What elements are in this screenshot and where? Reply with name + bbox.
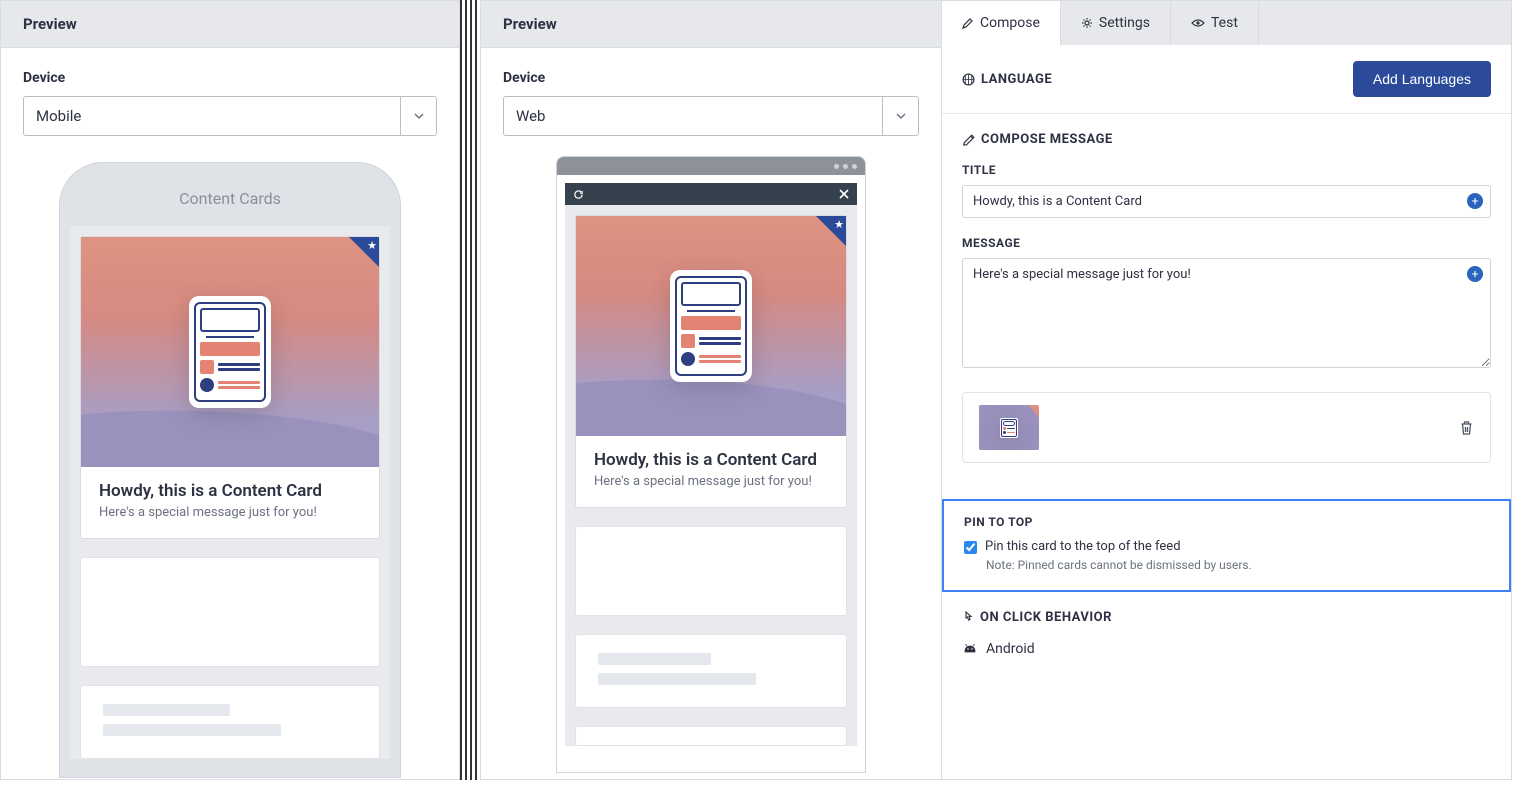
tab-compose[interactable]: Compose [942, 1, 1061, 45]
platform-label: Android [986, 641, 1035, 657]
chevron-down-icon [882, 97, 918, 135]
preview-panel-mobile: Preview Device Mobile Content Cards ★ [0, 0, 460, 780]
device-select[interactable]: Web [503, 96, 919, 136]
browser-chrome [557, 157, 865, 175]
tab-settings[interactable]: Settings [1061, 1, 1171, 45]
add-languages-button[interactable]: Add Languages [1353, 61, 1491, 97]
card-title: Howdy, this is a Content Card [99, 481, 361, 501]
message-textarea[interactable] [962, 258, 1491, 368]
device-select[interactable]: Mobile [23, 96, 437, 136]
globe-icon [962, 73, 975, 86]
device-label: Device [503, 70, 919, 86]
content-card: ★ [575, 215, 847, 508]
panel-header: Preview [1, 1, 459, 48]
tab-label: Test [1211, 15, 1238, 31]
device-label: Device [23, 70, 437, 86]
placeholder-card [575, 726, 847, 746]
on-click-heading: ON CLICK BEHAVIOR [962, 610, 1491, 625]
star-icon: ★ [367, 239, 377, 252]
panel-divider [460, 0, 480, 780]
trash-icon[interactable] [1459, 420, 1474, 436]
card-message: Here's a special message just for you! [99, 505, 361, 520]
pin-heading: PIN TO TOP [964, 515, 1489, 529]
image-thumbnail[interactable] [979, 405, 1039, 450]
pencil-icon [962, 17, 974, 29]
image-attachment-row [962, 392, 1491, 463]
pin-checkbox-row[interactable]: Pin this card to the top of the feed [964, 539, 1489, 554]
language-heading: LANGUAGE [962, 72, 1052, 87]
mobile-frame-title: Content Cards [70, 173, 390, 226]
tab-label: Compose [980, 15, 1040, 31]
personalization-add-icon[interactable]: + [1467, 193, 1483, 209]
device-select-value: Mobile [24, 97, 400, 135]
pin-checkbox[interactable] [964, 541, 977, 554]
card-title: Howdy, this is a Content Card [594, 450, 828, 470]
web-preview-frame: ★ [556, 156, 866, 773]
tab-label: Settings [1099, 15, 1150, 31]
pin-to-top-section: PIN TO TOP Pin this card to the top of t… [942, 499, 1511, 592]
personalization-add-icon[interactable]: + [1467, 266, 1483, 282]
tab-test[interactable]: Test [1171, 1, 1259, 45]
refresh-icon[interactable] [573, 189, 584, 200]
card-message: Here's a special message just for you! [594, 474, 828, 489]
title-label: TITLE [962, 163, 1491, 177]
mobile-preview-frame: Content Cards ★ [59, 162, 401, 778]
star-icon: ★ [834, 218, 844, 231]
device-select-value: Web [504, 97, 882, 135]
chevron-down-icon [400, 97, 436, 135]
placeholder-card [575, 634, 847, 708]
pin-checkbox-label: Pin this card to the top of the feed [985, 539, 1181, 554]
platform-android-row: Android [962, 641, 1491, 657]
panel-header: Preview [481, 1, 941, 48]
message-label: MESSAGE [962, 236, 1491, 250]
eye-icon [1191, 17, 1205, 29]
placeholder-card [80, 557, 380, 667]
content-card: ★ [80, 236, 380, 539]
placeholder-card [575, 526, 847, 616]
title-input[interactable] [962, 185, 1491, 218]
pointer-icon [962, 611, 974, 624]
close-icon[interactable] [839, 189, 849, 199]
compose-message-heading: COMPOSE MESSAGE [962, 132, 1491, 147]
composer-tabs: Compose Settings Test [942, 1, 1511, 45]
placeholder-card [80, 685, 380, 759]
gear-icon [1081, 17, 1093, 29]
edit-icon [962, 133, 975, 146]
preview-panel-web-and-composer: Preview Device Web [480, 0, 1512, 780]
android-icon [962, 642, 978, 656]
pin-note: Note: Pinned cards cannot be dismissed b… [986, 558, 1489, 572]
